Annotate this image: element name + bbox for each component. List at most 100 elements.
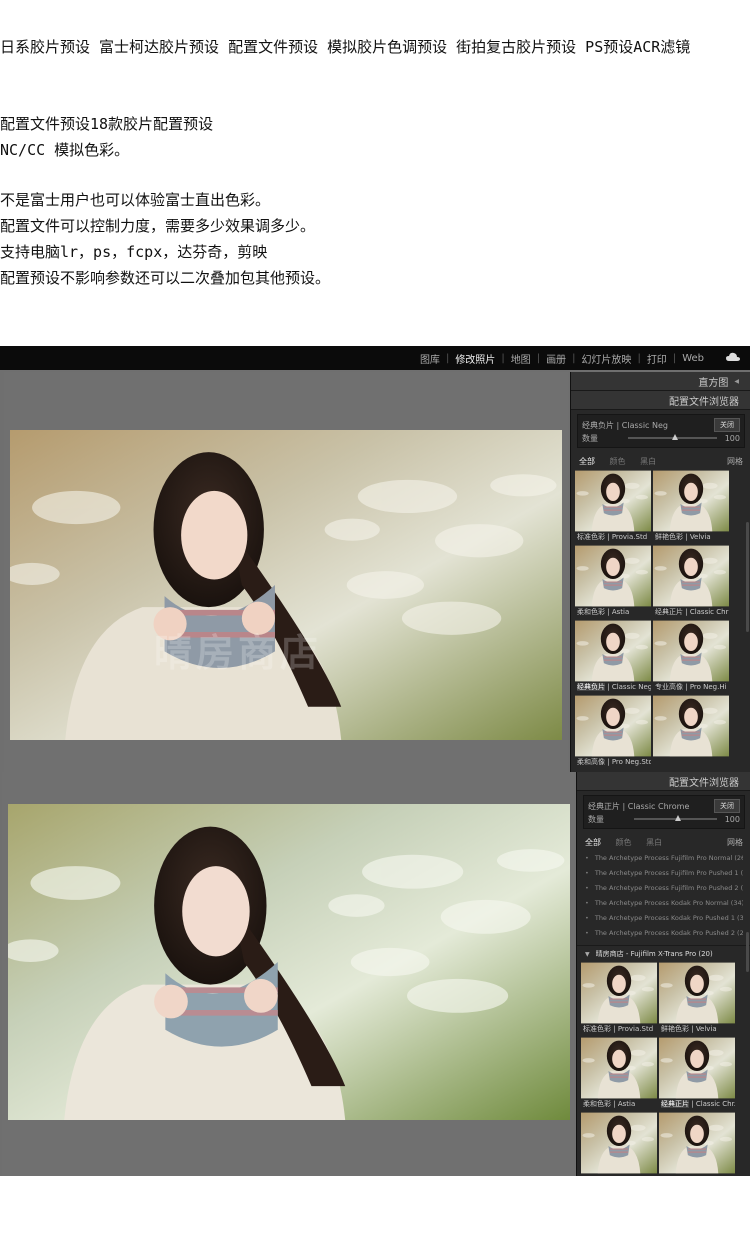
image-canvas: 晴房商店 — [4, 372, 568, 772]
right-panel-1: 直方图 ◀ 配置文件浏览器 经典负片 | Classic Neg 关闭 数量 10… — [570, 372, 750, 772]
profile-tile[interactable]: 柔和色彩 | Astia — [575, 545, 651, 618]
profile-tile[interactable]: 柔和色彩 | Astia — [581, 1037, 657, 1110]
collapse-triangle-icon[interactable]: ◀ — [734, 378, 739, 385]
profile-tile-selected[interactable]: 经典正片 | Classic Chr... — [659, 1037, 735, 1110]
close-button-2[interactable]: 关闭 — [714, 799, 740, 813]
tile-name: 鲜艳色彩 — [661, 1025, 689, 1033]
profile-tile[interactable]: 鲜艳色彩 | Velvia — [659, 962, 735, 1035]
profile-tile[interactable]: 柔和高像 | Pro Neg.Std — [575, 695, 651, 768]
expanded-group-header[interactable]: ▼ 晴房商店 - Fujifilm X-Trans Pro (20) — [577, 945, 750, 962]
profile-tile[interactable] — [659, 1112, 735, 1174]
tile-name: 专业高像 — [655, 683, 683, 691]
title-line: 日系胶片预设 富士柯达胶片预设 配置文件预设 模拟胶片色调预设 街拍复古胶片预设… — [0, 38, 691, 56]
amount-label-2: 数量 — [588, 814, 604, 824]
profile-browser-title: 配置文件浏览器 — [669, 396, 739, 408]
slider-knob-icon[interactable] — [672, 434, 679, 440]
image-canvas-2 — [2, 772, 574, 1176]
tile-name: 鲜艳色彩 — [655, 533, 683, 541]
profile-tile[interactable] — [581, 1112, 657, 1174]
tile-name: 经典负片 — [577, 683, 605, 691]
profile-tile[interactable]: 经典正片 | Classic Chr — [653, 545, 729, 618]
filter-bw[interactable]: 黑白 — [640, 457, 656, 466]
tile-sub: Velvia — [695, 1025, 717, 1033]
profile-tile-selected[interactable]: 经典负片 | Classic Neg — [575, 620, 651, 693]
amount-value-2: 100 — [724, 814, 740, 824]
profile-tile[interactable]: 标准色彩 | Provia.Std — [575, 470, 651, 543]
module-book[interactable]: 画册 — [540, 351, 572, 366]
profile-tile[interactable]: 专业高像 | Pro Neg.Hi — [653, 620, 729, 693]
profile-filter-2: 全部 颜色 黑白 网格 — [577, 833, 750, 851]
tile-name: 经典正片 — [661, 1100, 689, 1108]
histogram-header[interactable]: 直方图 ◀ — [571, 372, 750, 391]
watermark-text: 晴房商店 — [154, 631, 323, 675]
profile-group-item[interactable]: The Archetype Process Fujifilm Pro Pushe… — [585, 881, 743, 896]
filter-all-2[interactable]: 全部 — [585, 838, 601, 847]
tile-sub: Velvia — [689, 533, 711, 541]
tile-sub: Astia — [611, 608, 630, 616]
desc-line-5: 配置文件可以控制力度，需要多少效果调多少。 — [0, 217, 316, 235]
tile-name: 标准色彩 — [583, 1025, 611, 1033]
desc-line-2: 配置文件预设18款胶片配置预设 — [0, 115, 214, 133]
lightroom-window-1: 图库 | 修改照片 | 地图 | 画册 | 幻灯片放映 | 打印 | Web 晴… — [0, 346, 750, 772]
profile-group-item[interactable]: The Archetype Process Fujifilm Pro Pushe… — [585, 866, 743, 881]
main-photo-2 — [8, 804, 570, 1120]
current-profile-label: 经典负片 | Classic Neg — [582, 420, 668, 430]
module-picker: 图库 | 修改照片 | 地图 | 画册 | 幻灯片放映 | 打印 | Web — [414, 346, 710, 370]
tile-sub: Provia.Std — [611, 533, 648, 541]
filter-all[interactable]: 全部 — [579, 457, 595, 466]
profile-filter: 全部 颜色 黑白 网格 — [571, 452, 750, 470]
profile-group-list: The Archetype Process Fujifilm Pro Norma… — [577, 851, 750, 941]
filter-color-2[interactable]: 颜色 — [616, 838, 632, 847]
desc-line-3: NC/CC 模拟色彩。 — [0, 141, 130, 159]
tile-sub: Astia — [617, 1100, 636, 1108]
tile-sub: Classic Chr... — [695, 1100, 735, 1108]
module-develop[interactable]: 修改照片 — [449, 351, 501, 366]
filter-color[interactable]: 颜色 — [610, 457, 626, 466]
amount-slider[interactable] — [628, 434, 717, 440]
tile-name: 标准色彩 — [577, 533, 605, 541]
tile-sub: Pro Neg.Hi — [689, 683, 727, 691]
profile-browser-header: 配置文件浏览器 — [571, 391, 750, 410]
profile-group-item[interactable]: The Archetype Process Kodak Pro Normal (… — [585, 896, 743, 911]
tile-sub: Provia.Std — [617, 1025, 654, 1033]
amount-slider-2[interactable] — [634, 815, 717, 821]
tile-name: 柔和色彩 — [583, 1100, 611, 1108]
profile-controls-2: 经典正片 | Classic Chrome 关闭 数量 100 — [583, 795, 745, 829]
profile-browser-title-2: 配置文件浏览器 — [669, 777, 739, 789]
group-label: 晴房商店 - Fujifilm X-Trans Pro (20) — [595, 950, 713, 958]
tile-sub: Pro Neg.Std — [611, 758, 651, 766]
profile-browser-header-2: 配置文件浏览器 — [577, 772, 750, 791]
profile-group-item[interactable]: The Archetype Process Fujifilm Pro Norma… — [585, 851, 743, 866]
desc-line-6: 支持电脑lr，ps，fcpx，达芬奇，剪映 — [0, 243, 268, 261]
expand-triangle-icon[interactable]: ▼ — [585, 951, 590, 958]
module-library[interactable]: 图库 — [414, 351, 446, 366]
scrollbar[interactable] — [746, 522, 749, 632]
amount-value: 100 — [724, 433, 740, 443]
module-print[interactable]: 打印 — [641, 351, 673, 366]
close-button[interactable]: 关闭 — [714, 418, 740, 432]
desc-line-7: 配置预设不影响参数还可以二次叠加包其他预设。 — [0, 269, 331, 287]
scrollbar-2[interactable] — [746, 932, 749, 972]
profile-grid-2: 标准色彩 | Provia.Std 鲜艳色彩 | Velvia 柔和色彩 | A… — [577, 962, 750, 1174]
tile-sub: Classic Neg — [611, 683, 651, 691]
main-photo — [10, 430, 562, 740]
module-slideshow[interactable]: 幻灯片放映 — [575, 351, 637, 366]
slider-knob-icon[interactable] — [675, 815, 682, 821]
profile-tile[interactable]: 鲜艳色彩 | Velvia — [653, 470, 729, 543]
tile-sub: Classic Chr — [689, 608, 729, 616]
module-bar: 图库 | 修改照片 | 地图 | 画册 | 幻灯片放映 | 打印 | Web — [0, 346, 750, 370]
current-profile-label-2: 经典正片 | Classic Chrome — [588, 801, 690, 811]
profile-group-item[interactable]: The Archetype Process Kodak Pro Pushed 1… — [585, 911, 743, 926]
profile-tile[interactable] — [653, 695, 729, 768]
profile-controls: 经典负片 | Classic Neg 关闭 数量 100 — [577, 414, 745, 448]
view-mode-dropdown[interactable]: 网格 — [727, 456, 743, 467]
view-mode-dropdown-2[interactable]: 网格 — [727, 837, 743, 848]
profile-group-item[interactable]: The Archetype Process Kodak Pro Pushed 2… — [585, 926, 743, 941]
module-map[interactable]: 地图 — [505, 351, 537, 366]
filter-bw-2[interactable]: 黑白 — [646, 838, 662, 847]
right-panel-2: 配置文件浏览器 经典正片 | Classic Chrome 关闭 数量 100 … — [576, 772, 750, 1176]
tile-name: 柔和色彩 — [577, 608, 605, 616]
profile-tile[interactable]: 标准色彩 | Provia.Std — [581, 962, 657, 1035]
cloud-sync-icon[interactable] — [726, 352, 740, 362]
module-web[interactable]: Web — [676, 353, 710, 364]
